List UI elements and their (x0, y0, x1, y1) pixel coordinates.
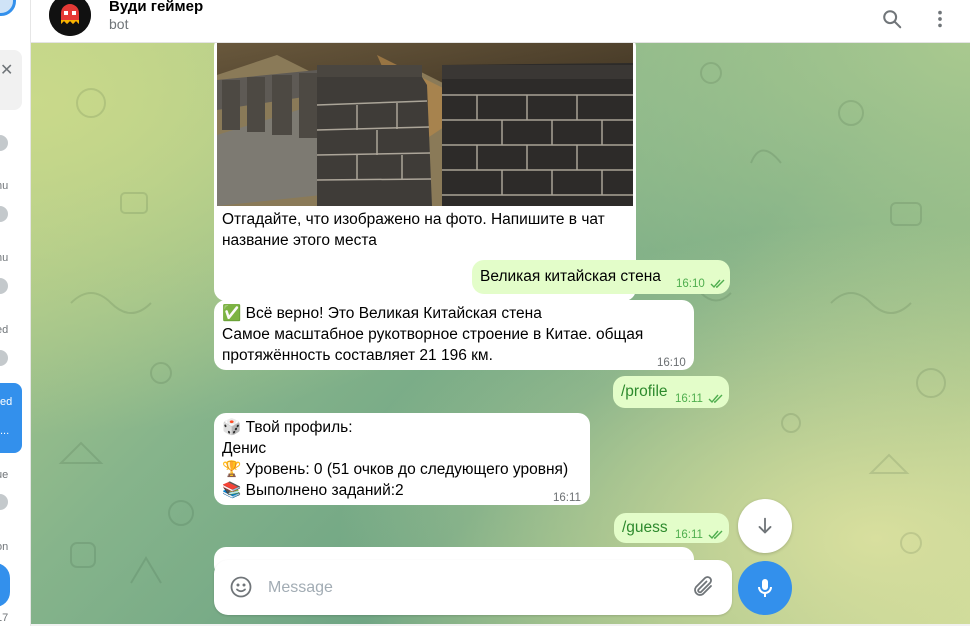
active-chat-fragment: ed (0, 396, 13, 408)
message-time: 16:10 (657, 357, 686, 369)
record-voice-button[interactable] (738, 561, 792, 615)
chat-preview-fragment[interactable]: nu (0, 180, 26, 192)
arrow-down-icon (758, 517, 772, 534)
message-in[interactable]: 🎲 Твой профиль: Денис 🏆 Уровень: 0 (51 о… (214, 413, 590, 505)
message-text-line: Самое масштабное рукотворное строение в … (222, 326, 644, 343)
message-text-line: ✅ Всё верно! Это Великая Китайская стена (222, 305, 542, 322)
chat-preview-fragment: 17 (0, 612, 9, 624)
paperclip-icon[interactable] (688, 572, 718, 602)
read-check-icon (708, 530, 723, 539)
active-chat-fragment: ... (0, 425, 10, 437)
chat-title[interactable]: Вуди геймер (109, 0, 203, 15)
message-list[interactable]: Отгадайте, что изображено на фото. Напиш… (31, 43, 970, 626)
unread-badge (0, 494, 8, 510)
message-time: 16:11 (675, 393, 703, 405)
message-text-line: 🎲 Твой профиль: (222, 419, 353, 436)
scroll-down-button[interactable] (738, 499, 792, 553)
chat-preview-fragment[interactable]: on (0, 541, 26, 553)
message-text-line: Отгадайте, что изображено на фото. Напиш… (222, 211, 605, 228)
message-out[interactable]: /guess 16:11 (614, 513, 729, 543)
message-text-line: 📚 Выполнено заданий:2 (222, 482, 404, 499)
unread-badge (0, 278, 8, 294)
bot-command-link[interactable]: /profile (621, 381, 668, 402)
message-input[interactable] (268, 573, 678, 603)
bot-command-link[interactable]: /guess (622, 517, 668, 538)
great-wall-photo[interactable] (217, 43, 633, 206)
close-icon[interactable]: ✕ (0, 60, 13, 80)
message-text: Великая китайская стена (480, 268, 661, 285)
message-out[interactable]: Великая китайская стена 16:10 (472, 260, 730, 294)
chat-header: Вуди геймер bot (31, 0, 970, 43)
unread-badge (0, 350, 8, 366)
microphone-icon (758, 579, 772, 597)
chat-preview-fragment[interactable]: nu (0, 252, 26, 264)
read-check-icon (708, 394, 723, 403)
new-chat-button[interactable] (0, 563, 10, 607)
message-text-line: протяжённость составляет 21 196 км. (222, 347, 493, 364)
profile-avatar[interactable] (0, 0, 16, 16)
message-composer (214, 560, 732, 615)
chat-preview-fragment[interactable]: ue (0, 469, 26, 481)
message-time: 16:11 (675, 529, 703, 541)
chat-subtitle: bot (109, 16, 129, 32)
chat-list-sidebar: ✕ nu nu ed ed ... ue on 17 (0, 0, 31, 626)
chat-preview-fragment[interactable]: ed (0, 324, 26, 336)
message-text-line: название этого места (222, 232, 377, 249)
sidebar-item-active[interactable] (0, 383, 22, 453)
message-in[interactable]: ✅ Всё верно! Это Великая Китайская стена… (214, 300, 694, 370)
message-time: 16:10 (676, 278, 705, 290)
search-icon[interactable] (877, 4, 907, 34)
chat-badge (0, 135, 8, 151)
read-check-icon (710, 279, 725, 288)
message-text-line: Денис (222, 440, 267, 457)
bot-avatar[interactable] (49, 0, 91, 36)
message-time: 16:11 (553, 492, 581, 504)
unread-badge (0, 206, 8, 222)
sidebar-banner (0, 50, 22, 110)
message-text-line: 🏆 Уровень: 0 (51 очков до следующего уро… (222, 461, 569, 478)
smile-icon[interactable] (226, 572, 256, 602)
message-out[interactable]: /profile 16:11 (613, 376, 729, 408)
more-vertical-icon[interactable] (925, 4, 955, 34)
